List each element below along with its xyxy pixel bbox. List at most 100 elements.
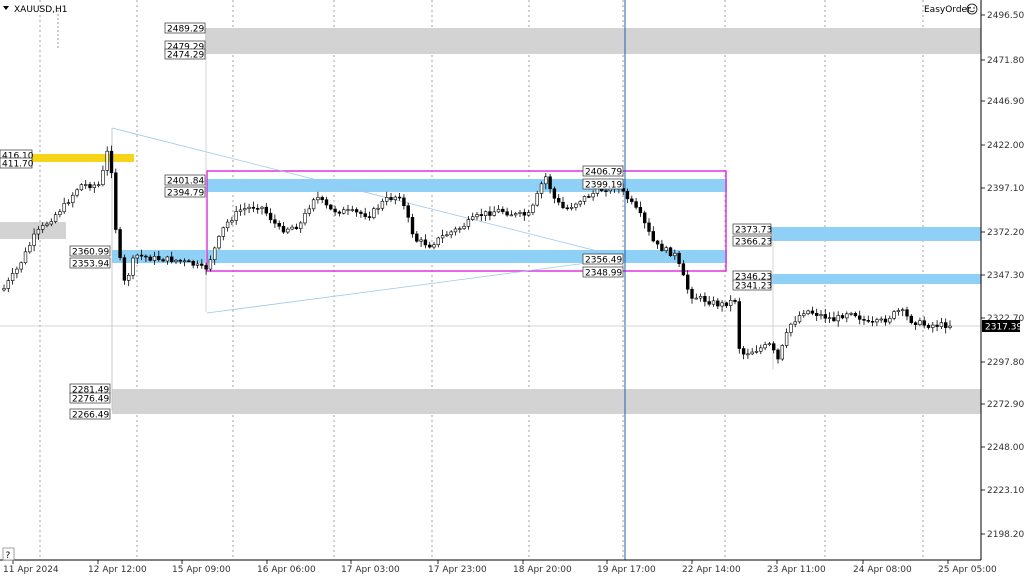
candle-body (642, 212, 647, 224)
candle-body (802, 313, 806, 316)
help-label: ? (6, 551, 11, 561)
time-axis-label: 16 Apr 06:00 (257, 565, 316, 575)
candle-body (819, 314, 823, 316)
candle-body (931, 324, 935, 328)
candle-body (814, 312, 819, 316)
candle-body (32, 233, 36, 246)
level-label: 2360.99 (72, 248, 109, 258)
candle-body (200, 263, 204, 266)
candle-body (466, 219, 471, 227)
candle-body (883, 318, 888, 323)
candle-body (905, 309, 909, 317)
candle-body (333, 208, 337, 213)
candle-body (746, 353, 750, 356)
candle-body (518, 212, 522, 214)
candle-body (668, 247, 673, 257)
candle-body (741, 348, 746, 355)
time-axis-label: 25 Apr 05:00 (938, 565, 997, 575)
candle-body (660, 243, 664, 251)
candle-body (784, 332, 789, 346)
candle-body (165, 256, 170, 262)
candle-body (217, 236, 221, 249)
candle-body (45, 223, 49, 226)
candle-body (10, 273, 15, 281)
candle-body (539, 183, 544, 194)
help-button[interactable]: ? (2, 547, 15, 561)
candle-body (862, 319, 866, 321)
candle-body (320, 197, 324, 201)
easyorder-label[interactable]: EasyOrder (924, 5, 971, 15)
candle-body (350, 209, 354, 211)
trend-triangle[interactable] (111, 127, 626, 314)
candle-body (62, 202, 66, 213)
candle-body (552, 188, 557, 199)
blue-zone-upper (205, 179, 727, 192)
candle-body (384, 197, 389, 202)
time-axis-label: 12 Apr 12:00 (88, 565, 147, 575)
candle-body (681, 263, 686, 276)
time-axis-label: 15 Apr 09:00 (172, 565, 231, 575)
candle-body (926, 324, 931, 328)
candle-body (402, 197, 406, 207)
candle-body (114, 172, 118, 230)
candle-body (88, 184, 92, 189)
candle-body (230, 220, 234, 223)
candle-body (174, 259, 178, 263)
candle-body (698, 296, 703, 299)
candle-body (341, 209, 346, 214)
level-label: 2394.79 (167, 189, 204, 199)
candle-body (574, 203, 578, 208)
candle-body (127, 275, 131, 281)
candle-body (84, 184, 88, 186)
candle-body (195, 263, 200, 266)
candle-body (170, 256, 174, 263)
candle-body (273, 219, 277, 224)
candle-body (789, 323, 793, 333)
price-axis-label: 2446.90 (987, 97, 1024, 107)
price-axis-label: 2471.80 (987, 56, 1024, 66)
candle-body (767, 343, 772, 345)
candle-body (372, 208, 376, 218)
symbol-menu-icon[interactable] (3, 6, 9, 10)
candle-body (290, 226, 294, 230)
candle-body (71, 194, 75, 203)
candle-body (694, 297, 699, 300)
candle-body (6, 280, 11, 289)
time-axis-label: 17 Apr 23:00 (428, 565, 487, 575)
candle-body (15, 268, 19, 274)
candle-body (565, 207, 570, 210)
candle-body (544, 176, 548, 185)
candle-body (638, 207, 643, 214)
candle-body (896, 310, 901, 312)
price-axis-label: 2397.10 (987, 184, 1024, 194)
candle-body (578, 201, 582, 205)
candle-body (436, 237, 440, 245)
candle-body (866, 320, 871, 322)
candle-body (243, 208, 247, 211)
candle-body (298, 222, 303, 229)
candle-body (707, 301, 711, 305)
candle-body (118, 229, 122, 258)
candle-body (604, 190, 608, 192)
level-label: 2474.29 (167, 51, 204, 61)
candle-body (509, 214, 514, 217)
candle-body (479, 214, 483, 216)
time-axis-label: 22 Apr 14:00 (682, 565, 741, 575)
candle-body (182, 260, 187, 263)
candle-body (462, 226, 466, 229)
blue-zone-lower-right (771, 274, 981, 284)
level-label: 2353.94 (72, 260, 109, 270)
candle-body (849, 313, 853, 315)
candle-body (733, 300, 737, 302)
candle-body (397, 196, 402, 199)
candle-body (453, 228, 458, 233)
time-axis-label: 19 Apr 17:00 (597, 565, 656, 575)
price-chart[interactable]: 2489.292479.292474.29416.10411.702401.84… (0, 0, 1024, 576)
candle-body (522, 212, 527, 216)
candle-body (204, 265, 208, 270)
candle-body (294, 226, 299, 229)
candle-body (208, 259, 213, 270)
candle-body (501, 208, 505, 213)
candle-body (918, 320, 922, 326)
candle-body (225, 221, 230, 229)
